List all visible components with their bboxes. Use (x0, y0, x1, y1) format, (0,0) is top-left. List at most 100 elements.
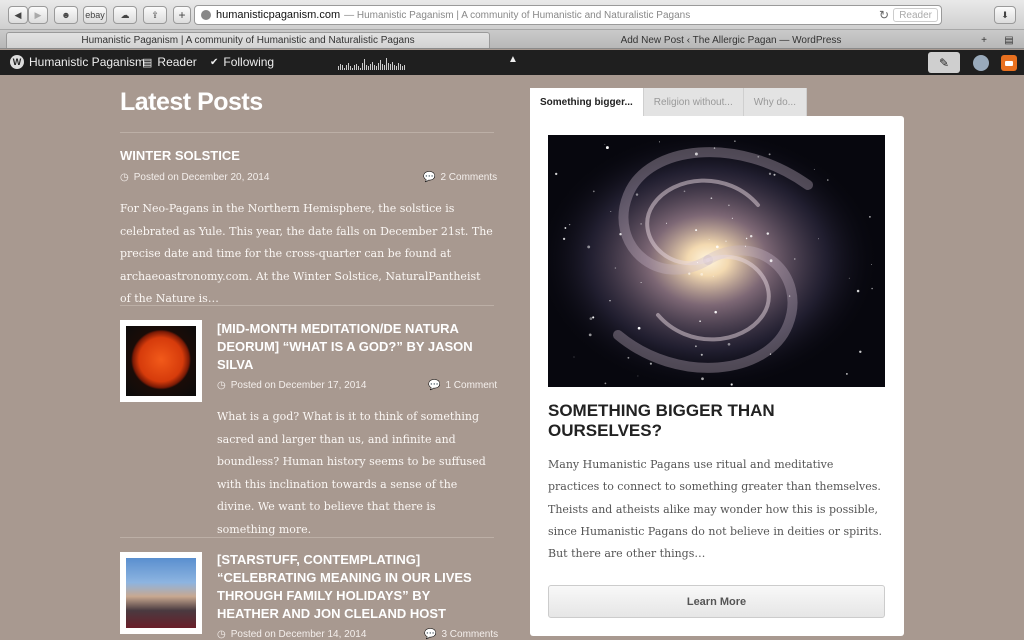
tab-religion-without[interactable]: Religion without... (643, 88, 744, 116)
star (757, 155, 760, 158)
stats-sparkline[interactable] (338, 58, 416, 70)
divider (120, 132, 494, 133)
back-button[interactable]: ◀ (8, 6, 28, 24)
stats-bar (358, 66, 359, 70)
address-bar[interactable]: humanisticpaganism.com — Humanistic Paga… (194, 5, 942, 25)
stats-bar (392, 62, 393, 70)
widget-title: Something bigger than ourselves? (548, 401, 775, 440)
reload-icon[interactable]: ↻ (879, 8, 889, 22)
admin-following-link[interactable]: ✔ Following (210, 55, 274, 69)
learn-more-button[interactable]: Learn More (548, 585, 885, 618)
star (856, 289, 860, 293)
divider (120, 537, 494, 538)
post-title-link[interactable]: [Starstuff, Contemplating] “Celebrating … (217, 551, 487, 623)
stats-bar (390, 64, 391, 70)
star (731, 217, 733, 219)
star (769, 353, 772, 355)
post-comments-link[interactable]: 💬 3 Comments (424, 629, 498, 640)
star (592, 316, 595, 319)
post-comments-link[interactable]: 💬 2 Comments (423, 172, 497, 183)
star (658, 141, 660, 143)
show-all-tabs-icon[interactable]: ▤ (1000, 32, 1018, 48)
new-tab-plus-icon[interactable]: + (976, 32, 992, 48)
star (700, 353, 703, 356)
forward-button[interactable]: ▶ (28, 6, 48, 24)
star (635, 193, 639, 196)
post-date: ◷ Posted on December 17, 2014 (217, 380, 366, 391)
post-excerpt: What is a god? What is it to think of so… (217, 410, 486, 536)
comments-count: 3 Comments (441, 629, 499, 640)
ebay-button[interactable]: ebay (83, 6, 107, 24)
reader-button[interactable]: Reader (893, 8, 938, 22)
stats-bar (388, 63, 389, 70)
stats-bar (370, 64, 371, 70)
post-date: ◷ Posted on December 20, 2014 (120, 172, 269, 183)
star (827, 179, 829, 181)
star (564, 227, 567, 229)
wordpress-admin-bar: W Humanistic Paganism ▤ Reader ✔ Followi… (0, 50, 1024, 75)
stats-bar (360, 68, 361, 70)
star (846, 373, 848, 375)
tab-humanistic-paganism[interactable]: Humanistic Paganism | A community of Hum… (6, 32, 490, 48)
star (614, 267, 617, 269)
star (640, 223, 642, 225)
star (637, 326, 641, 330)
extension-icon[interactable]: ☻ (54, 6, 78, 24)
stats-bar (342, 65, 343, 70)
admin-site-name: Humanistic Paganism (29, 55, 146, 69)
tab-why-do[interactable]: Why do... (743, 88, 807, 116)
post-thumbnail[interactable] (120, 552, 202, 634)
star (813, 168, 815, 170)
star (870, 264, 872, 266)
star (573, 356, 575, 358)
collapse-arrow-icon[interactable]: ▲ (508, 54, 518, 65)
stats-bar (378, 63, 379, 70)
stats-bar (368, 66, 369, 70)
star (871, 287, 873, 290)
star (694, 152, 698, 156)
new-post-button[interactable]: ✎ (928, 52, 960, 73)
stats-bar (402, 66, 403, 70)
clock-icon: ◷ (217, 629, 226, 640)
share-icon[interactable]: ⇪ (143, 6, 167, 24)
star (688, 272, 691, 275)
star (727, 342, 731, 346)
icloud-icon[interactable]: ☁ (113, 6, 137, 24)
post-title-link[interactable]: [Mid-Month Meditation/De Natura Deorum] … (217, 320, 487, 374)
star (568, 223, 571, 226)
post-title-link[interactable]: Winter Solstice (120, 147, 494, 165)
star (725, 240, 727, 242)
reader-icon: ▤ (142, 56, 153, 69)
downloads-icon[interactable]: ⬇ (994, 6, 1016, 24)
tab-something-bigger[interactable]: Something bigger... (530, 88, 644, 116)
star (713, 147, 716, 149)
star (604, 143, 606, 145)
stats-bar (384, 65, 385, 70)
browser-tab-bar: Humanistic Paganism | A community of Hum… (0, 30, 1024, 49)
widget-text: Many Humanistic Pagans use ritual and me… (548, 458, 882, 561)
admin-site-link[interactable]: W Humanistic Paganism (10, 55, 145, 69)
notifications-icon[interactable] (1001, 55, 1017, 71)
new-tab-button[interactable]: + (173, 6, 191, 24)
admin-reader-label: Reader (157, 55, 197, 69)
tab-add-new-post[interactable]: Add New Post ‹ The Allergic Pagan — Word… (492, 32, 970, 48)
star (768, 172, 772, 175)
url-domain: humanisticpaganism.com (216, 9, 341, 21)
post-date: ◷ Posted on December 14, 2014 (217, 629, 366, 640)
post-excerpt: For Neo-Pagans in the Northern Hemispher… (120, 202, 493, 305)
post-comments-link[interactable]: 💬 1 Comment (428, 380, 497, 391)
star (589, 317, 593, 320)
star (749, 234, 753, 238)
star (605, 146, 609, 150)
avatar[interactable] (969, 52, 993, 73)
page-title: Latest Posts (120, 88, 263, 116)
comments-count: 1 Comment (445, 380, 498, 391)
url-page-title: — Humanistic Paganism | A community of H… (344, 9, 691, 21)
galaxy-illustration (548, 135, 885, 387)
star (588, 333, 592, 337)
star (788, 295, 791, 297)
admin-reader-link[interactable]: ▤ Reader (142, 55, 197, 69)
star (744, 245, 746, 247)
star (708, 239, 710, 240)
post-thumbnail[interactable] (120, 320, 202, 402)
